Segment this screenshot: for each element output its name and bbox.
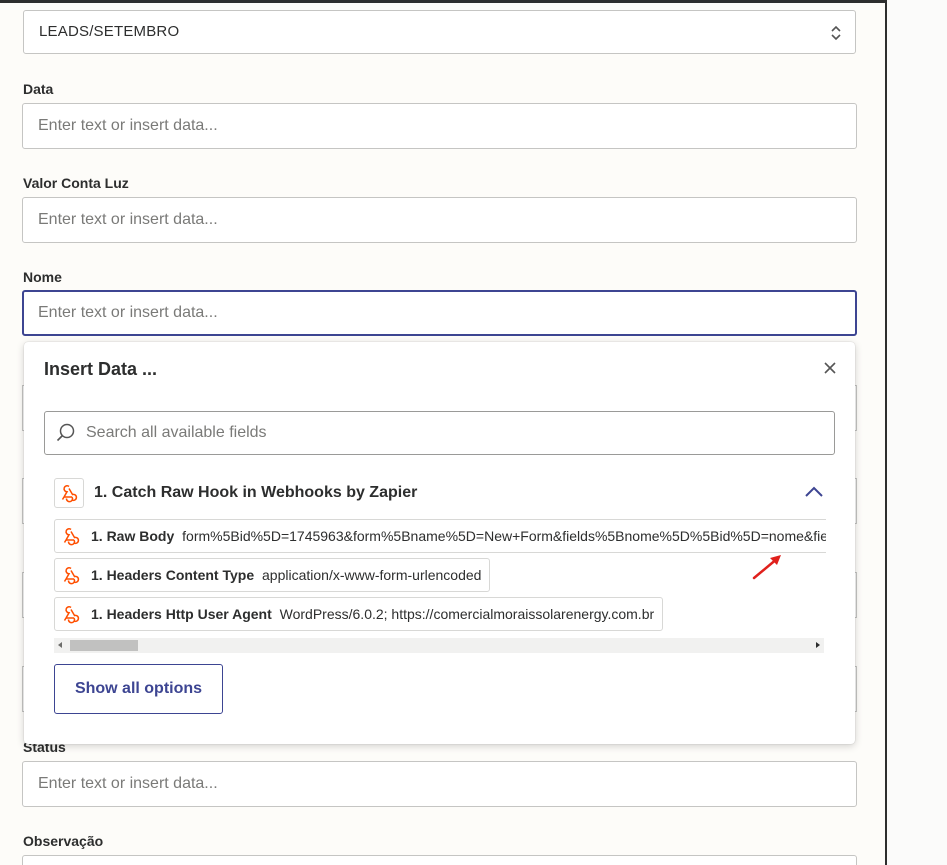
data-option-headers-content-type[interactable]: 1. Headers Content Type application/x-ww… (54, 558, 491, 592)
insert-data-panel: Insert Data ... Search all available fie… (24, 342, 855, 744)
observacao-input[interactable] (22, 855, 857, 865)
show-all-options-button[interactable]: Show all options (54, 664, 223, 714)
webhook-app-icon (54, 478, 84, 508)
search-icon (56, 423, 75, 442)
webhook-icon (63, 606, 80, 624)
data-option-key: 1. Headers Content Type (91, 567, 255, 583)
nome-label: Nome (23, 269, 62, 285)
valor-conta-luz-input[interactable]: Enter text or insert data... (22, 197, 857, 243)
valor-conta-luz-placeholder: Enter text or insert data... (38, 211, 218, 228)
status-placeholder: Enter text or insert data... (38, 775, 218, 792)
status-input[interactable]: Enter text or insert data... (22, 761, 857, 807)
chevron-up-icon[interactable] (804, 485, 824, 499)
top-border (0, 0, 886, 3)
data-input[interactable]: Enter text or insert data... (22, 103, 857, 149)
webhook-group-title: 1. Catch Raw Hook in Webhooks by Zapier (94, 484, 418, 501)
sheet-select-value: LEADS/SETEMBRO (39, 23, 180, 40)
data-options-list: 1. Raw Body form%5Bid%5D=1745963&form%5B… (54, 519, 826, 654)
data-option-value: WordPress/6.0.2; https://comercialmorais… (279, 606, 655, 622)
webhook-icon (63, 567, 80, 585)
data-option-key: 1. Raw Body (91, 528, 175, 544)
insert-data-title: Insert Data ... (44, 359, 158, 379)
chevron-updown-icon (831, 25, 841, 41)
data-option-key: 1. Headers Http User Agent (91, 606, 272, 622)
annotation-arrow (752, 555, 781, 580)
horizontal-scrollbar[interactable] (54, 638, 824, 653)
data-option-value: application/x-www-form-urlencoded (262, 567, 482, 583)
nome-placeholder: Enter text or insert data... (38, 304, 218, 321)
data-option-value: form%5Bid%5D=1745963&form%5Bname%5D=New+… (182, 528, 826, 544)
scroll-right-icon[interactable] (816, 642, 820, 648)
valor-conta-luz-label: Valor Conta Luz (23, 175, 129, 191)
close-icon[interactable] (823, 361, 837, 375)
right-sidebar (887, 0, 947, 865)
nome-input[interactable]: Enter text or insert data... (22, 290, 857, 336)
search-placeholder: Search all available fields (86, 424, 267, 441)
webhook-icon (61, 485, 78, 503)
data-option-raw-body[interactable]: 1. Raw Body form%5Bid%5D=1745963&form%5B… (54, 519, 826, 553)
webhook-group-header[interactable]: 1. Catch Raw Hook in Webhooks by Zapier (54, 478, 824, 508)
observacao-label: Observação (23, 833, 104, 849)
search-input[interactable]: Search all available fields (44, 411, 835, 455)
scrollbar-thumb[interactable] (70, 640, 138, 651)
webhook-icon (63, 528, 80, 546)
sheet-select[interactable]: LEADS/SETEMBRO (23, 10, 856, 54)
data-label: Data (23, 81, 54, 97)
scroll-left-icon[interactable] (58, 642, 62, 648)
data-option-headers-http-user-agent[interactable]: 1. Headers Http User Agent WordPress/6.0… (54, 597, 664, 631)
data-placeholder: Enter text or insert data... (38, 117, 218, 134)
